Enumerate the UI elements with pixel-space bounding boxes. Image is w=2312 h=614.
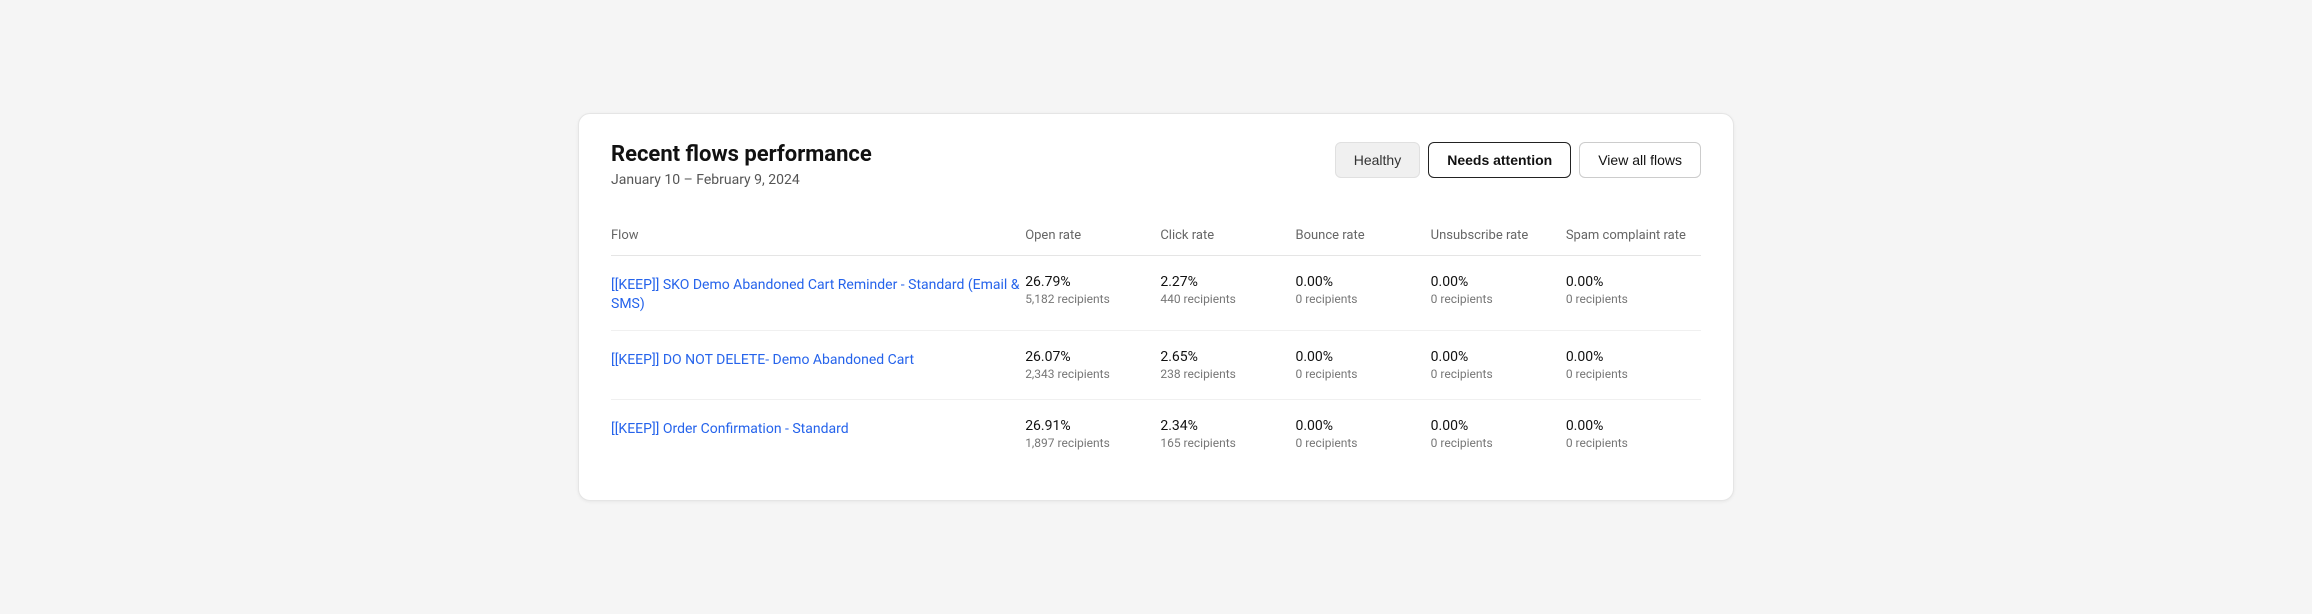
flows-table: Flow Open rate Click rate Bounce rate Un…: [611, 220, 1701, 468]
spam-rate-recipients: 0 recipients: [1566, 292, 1701, 306]
table-header: Flow Open rate Click rate Bounce rate Un…: [611, 220, 1701, 256]
unsubscribe-rate-cell: 0.00% 0 recipients: [1431, 256, 1566, 331]
col-bounce-rate: Bounce rate: [1296, 220, 1431, 256]
flow-link[interactable]: [[KEEP]] DO NOT DELETE- Demo Abandoned C…: [611, 352, 914, 368]
spam-rate-value: 0.00%: [1566, 274, 1701, 290]
click-rate-value: 2.34%: [1160, 418, 1295, 434]
card-title: Recent flows performance: [611, 142, 872, 168]
click-rate-cell: 2.27% 440 recipients: [1160, 256, 1295, 331]
col-open-rate: Open rate: [1025, 220, 1160, 256]
flow-name-cell: [[KEEP]] DO NOT DELETE- Demo Abandoned C…: [611, 331, 1025, 400]
card-subtitle: January 10 – February 9, 2024: [611, 172, 872, 188]
unsubscribe-rate-value: 0.00%: [1431, 349, 1566, 365]
open-rate-recipients: 5,182 recipients: [1025, 292, 1160, 306]
title-section: Recent flows performance January 10 – Fe…: [611, 142, 872, 188]
unsubscribe-rate-recipients: 0 recipients: [1431, 367, 1566, 381]
open-rate-cell: 26.91% 1,897 recipients: [1025, 400, 1160, 469]
click-rate-recipients: 440 recipients: [1160, 292, 1295, 306]
col-spam-rate: Spam complaint rate: [1566, 220, 1701, 256]
unsubscribe-rate-recipients: 0 recipients: [1431, 436, 1566, 450]
click-rate-cell: 2.65% 238 recipients: [1160, 331, 1295, 400]
open-rate-recipients: 2,343 recipients: [1025, 367, 1160, 381]
table-row: [[KEEP]] SKO Demo Abandoned Cart Reminde…: [611, 256, 1701, 331]
bounce-rate-recipients: 0 recipients: [1296, 292, 1431, 306]
spam-rate-value: 0.00%: [1566, 418, 1701, 434]
open-rate-value: 26.79%: [1025, 274, 1160, 290]
unsubscribe-rate-value: 0.00%: [1431, 418, 1566, 434]
view-all-flows-button[interactable]: View all flows: [1579, 142, 1701, 178]
unsubscribe-rate-cell: 0.00% 0 recipients: [1431, 331, 1566, 400]
bounce-rate-value: 0.00%: [1296, 418, 1431, 434]
needs-attention-button[interactable]: Needs attention: [1428, 142, 1571, 178]
spam-rate-cell: 0.00% 0 recipients: [1566, 256, 1701, 331]
bounce-rate-recipients: 0 recipients: [1296, 367, 1431, 381]
bounce-rate-cell: 0.00% 0 recipients: [1296, 400, 1431, 469]
spam-rate-cell: 0.00% 0 recipients: [1566, 331, 1701, 400]
click-rate-cell: 2.34% 165 recipients: [1160, 400, 1295, 469]
healthy-button[interactable]: Healthy: [1335, 142, 1420, 178]
unsubscribe-rate-cell: 0.00% 0 recipients: [1431, 400, 1566, 469]
unsubscribe-rate-recipients: 0 recipients: [1431, 292, 1566, 306]
click-rate-recipients: 238 recipients: [1160, 367, 1295, 381]
open-rate-recipients: 1,897 recipients: [1025, 436, 1160, 450]
click-rate-value: 2.27%: [1160, 274, 1295, 290]
col-click-rate: Click rate: [1160, 220, 1295, 256]
header-row: Flow Open rate Click rate Bounce rate Un…: [611, 220, 1701, 256]
recent-flows-card: Recent flows performance January 10 – Fe…: [578, 113, 1734, 501]
flow-link[interactable]: [[KEEP]] SKO Demo Abandoned Cart Reminde…: [611, 277, 1020, 312]
col-flow: Flow: [611, 220, 1025, 256]
open-rate-cell: 26.79% 5,182 recipients: [1025, 256, 1160, 331]
bounce-rate-recipients: 0 recipients: [1296, 436, 1431, 450]
flow-name-cell: [[KEEP]] SKO Demo Abandoned Cart Reminde…: [611, 256, 1025, 331]
bounce-rate-value: 0.00%: [1296, 349, 1431, 365]
card-header: Recent flows performance January 10 – Fe…: [611, 142, 1701, 188]
click-rate-recipients: 165 recipients: [1160, 436, 1295, 450]
flow-name-cell: [[KEEP]] Order Confirmation - Standard: [611, 400, 1025, 469]
unsubscribe-rate-value: 0.00%: [1431, 274, 1566, 290]
col-unsubscribe-rate: Unsubscribe rate: [1431, 220, 1566, 256]
open-rate-value: 26.07%: [1025, 349, 1160, 365]
open-rate-value: 26.91%: [1025, 418, 1160, 434]
table-row: [[KEEP]] Order Confirmation - Standard 2…: [611, 400, 1701, 469]
bounce-rate-value: 0.00%: [1296, 274, 1431, 290]
bounce-rate-cell: 0.00% 0 recipients: [1296, 331, 1431, 400]
table-body: [[KEEP]] SKO Demo Abandoned Cart Reminde…: [611, 256, 1701, 469]
spam-rate-value: 0.00%: [1566, 349, 1701, 365]
table-row: [[KEEP]] DO NOT DELETE- Demo Abandoned C…: [611, 331, 1701, 400]
spam-rate-recipients: 0 recipients: [1566, 367, 1701, 381]
spam-rate-cell: 0.00% 0 recipients: [1566, 400, 1701, 469]
bounce-rate-cell: 0.00% 0 recipients: [1296, 256, 1431, 331]
open-rate-cell: 26.07% 2,343 recipients: [1025, 331, 1160, 400]
spam-rate-recipients: 0 recipients: [1566, 436, 1701, 450]
header-actions: Healthy Needs attention View all flows: [1335, 142, 1701, 178]
flow-link[interactable]: [[KEEP]] Order Confirmation - Standard: [611, 421, 849, 437]
click-rate-value: 2.65%: [1160, 349, 1295, 365]
